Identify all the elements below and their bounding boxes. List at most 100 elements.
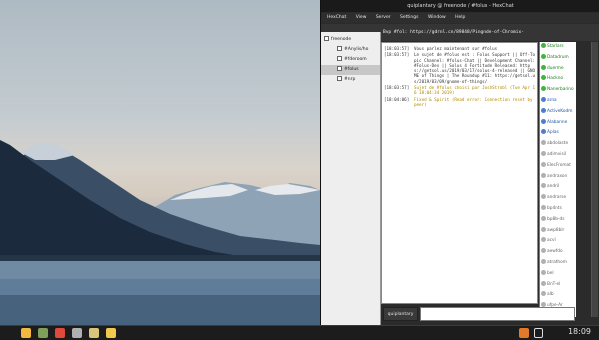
user-status-icon [541,107,546,113]
menu-hexchat[interactable]: HexChat [327,15,346,20]
message-text: Le sujet de #folus est : Folus Support |… [414,52,538,84]
user-status-icon [541,150,546,156]
chat-message: [18:03:57] Vous parlez maintenant sur #f… [384,46,535,51]
user-list-item[interactable]: Nanerbarino [540,85,576,96]
channel-label: #fderoom [344,57,367,62]
user-nick: alb [547,292,554,298]
user-status-icon [541,161,546,167]
tree-network-freenode[interactable]: freenode [321,35,380,45]
user-list-item[interactable]: duerme [540,64,576,75]
user-status-icon [541,172,546,178]
terminal-icon[interactable] [38,328,48,338]
user-nick: Aplas [547,130,559,136]
user-nick: bp8b-ds [547,216,565,222]
user-nick: duerme [547,65,564,71]
user-list-item[interactable]: andril [540,182,576,193]
userlist-scrollbar [577,42,599,317]
menu-help[interactable]: Help [455,15,465,20]
menu-settings[interactable]: Settings [400,15,418,20]
user-status-icon [541,269,546,275]
user-nick: Datadrum [547,54,569,60]
tray-message-icon[interactable] [534,328,543,338]
scrollbar-thumb[interactable] [591,42,598,317]
user-list-item[interactable]: alb [540,290,576,301]
user-list: Starlars Datadrum duerme Hackno Nanerbarino a… [539,42,576,317]
user-status-icon [541,86,546,92]
menu-bar: HexChat View Server Settings Window Help [321,13,599,23]
user-nick: Nanerbarino [547,87,574,93]
menu-window[interactable]: Window [428,15,446,20]
user-nick: awp8blr [547,227,565,233]
user-nick: bel [547,270,554,276]
user-nick: aewfdo [547,249,563,255]
user-status-icon [541,226,546,232]
tray-app-icon[interactable] [519,328,529,338]
channel-label: #Anylis/ho [344,47,369,52]
user-status-icon [541,43,546,48]
user-list-item[interactable]: andrarse [540,193,576,204]
files-icon[interactable] [21,328,31,338]
network-label: freenode [331,37,352,42]
tree-channel-selected[interactable]: #folus [321,65,380,75]
user-status-icon [541,291,546,297]
user-list-item[interactable]: Aplas [540,128,576,139]
channel-icon [337,76,342,81]
menu-server[interactable]: Server [376,15,391,20]
message-timestamp: [18:03:57] [384,46,410,51]
user-nick: andrarse [547,195,567,201]
message-input[interactable] [420,307,575,321]
user-nick: andril [547,184,560,190]
user-nick: andraxon [547,173,568,179]
menu-view[interactable]: View [356,15,367,20]
user-list-item[interactable]: ActiveKodm [540,107,576,118]
tree-channel[interactable]: #nrp [321,75,380,85]
user-list-item[interactable]: aewfdo [540,247,576,258]
user-status-icon [541,194,546,200]
user-list-item[interactable]: atrathom [540,258,576,269]
browser-icon[interactable] [55,328,65,338]
user-list-item[interactable]: bp4nts [540,204,576,215]
user-list-item[interactable]: Hackno [540,74,576,85]
user-status-icon [541,75,546,81]
user-nick: Hackno [547,76,564,82]
user-list-item[interactable]: abdolaste [540,139,576,150]
user-status-icon [541,280,546,286]
user-list-item[interactable]: andraxon [540,172,576,183]
tree-channel[interactable]: #fderoom [321,55,380,65]
chat-log[interactable]: [18:03:57] Vous parlez maintenant sur #f… [381,42,538,304]
user-list-item[interactable]: bel [540,269,576,280]
user-nick: atrathom [547,259,567,265]
user-nick: adimvisil [547,151,567,157]
user-status-icon [541,237,546,243]
user-nick: bp4nts [547,205,562,211]
user-list-item[interactable]: bp8b-ds [540,215,576,226]
user-list-item[interactable]: BnT-el [540,280,576,291]
hexchat-window: quiplantary @ freenode / #folus - HexCha… [320,0,599,325]
user-list-item[interactable]: ElecFromat [540,161,576,172]
user-list-item[interactable]: arna [540,96,576,107]
nick-button[interactable]: quiplantary [383,307,418,321]
user-list-item[interactable]: acvl [540,236,576,247]
tree-channel[interactable]: #Anylis/ho [321,45,380,55]
user-list-item[interactable]: awp8blr [540,226,576,237]
notes-icon[interactable] [89,328,99,338]
user-status-icon [541,64,546,70]
user-nick: acvl [547,238,556,244]
channel-tree: freenode #Anylis/ho #fderoom #folus #nrp [321,32,381,325]
chat-message: [18:04:06] Fixed & Spirit (Read error: C… [384,97,535,108]
settings-icon[interactable] [72,328,82,338]
user-list-item[interactable]: Starlars [540,42,576,53]
message-text: Fixed & Spirit (Read error: Connection r… [414,96,536,107]
user-list-item[interactable]: adimvisil [540,150,576,161]
hexchat-icon[interactable] [106,328,116,338]
taskbar-clock[interactable]: 18:09 [568,327,591,336]
network-toggle-icon[interactable] [324,36,329,41]
user-list-item[interactable]: Datadrum [540,53,576,64]
user-list-item[interactable]: Alabanne [540,118,576,129]
user-status-icon [541,96,546,102]
user-status-icon [541,215,546,221]
user-status-icon [541,258,546,264]
user-status-icon [541,129,546,135]
taskbar: 18:09 [0,325,599,340]
window-titlebar[interactable]: quiplantary @ freenode / #folus - HexCha… [321,0,599,12]
